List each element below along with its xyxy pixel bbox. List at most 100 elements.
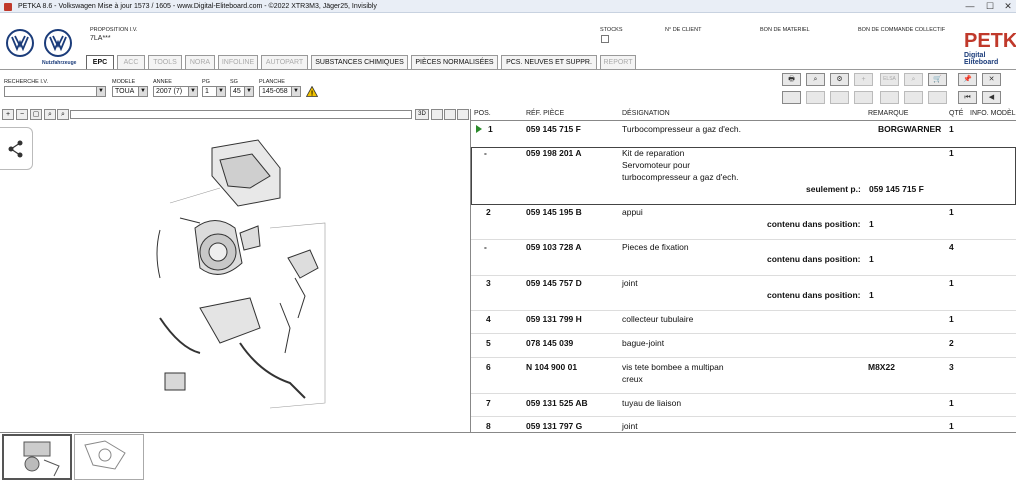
row-10-qte[interactable]: 1 [949,421,954,431]
wheel-icon[interactable] [928,91,947,104]
tab-substances-chimiques[interactable]: SUBSTANCES CHIMIQUES [311,55,408,69]
pg-select[interactable]: 1 ▼ [202,86,226,97]
row-7-pos[interactable]: 5 [486,338,491,348]
tab-pieces-normalisees[interactable]: PIÈCES NORMALISÉES [411,55,498,69]
sg-select[interactable]: 45 ▼ [230,86,254,97]
row-2-ref[interactable]: 059 198 201 A [526,148,581,158]
row-5-ref[interactable]: 059 145 757 D [526,278,582,288]
minimize-button[interactable]: — [965,2,975,11]
row-7-designation[interactable]: bague-joint [622,338,664,348]
row-10-designation[interactable]: joint [622,421,638,431]
warning-icon[interactable]: ! [306,86,318,97]
elsa-button[interactable]: ELSA [880,73,899,86]
key-icon[interactable] [806,91,825,104]
tab-epc[interactable]: EPC [86,55,114,69]
tab-infoline[interactable]: INFOLINE [218,55,258,69]
print-icon[interactable]: 🖶 [782,73,801,86]
search-part-icon[interactable]: ⌕ [806,73,825,86]
row-2-note-value[interactable]: 059 145 715 F [869,184,924,194]
row-1-ref[interactable]: 059 145 715 F [526,124,581,134]
col-designation[interactable]: DÉSIGNATION [622,110,670,117]
close-icon[interactable]: ✕ [982,73,1001,86]
tab-nora[interactable]: NORA [185,55,215,69]
row-4-pos[interactable]: - [484,242,487,252]
row-8-remarque[interactable]: M8X22 [868,362,895,372]
vehicle-icon[interactable]: ⚙ [830,73,849,86]
row-1-pos[interactable]: 1 [488,124,493,134]
col-ref[interactable]: RÉF. PIÈCE [526,110,564,117]
annee-select[interactable]: 2007 (7) ▼ [153,86,198,97]
row-6-ref[interactable]: 059 131 799 H [526,314,582,324]
row-2-qte[interactable]: 1 [949,148,954,158]
list-icon[interactable] [782,91,801,104]
row-2-designation-line-1[interactable]: Kit de reparation [622,148,684,158]
row-5-qte[interactable]: 1 [949,278,954,288]
tab-report[interactable]: REPORT [600,55,636,69]
row-5-note-value[interactable]: 1 [869,290,874,300]
row-3-note-value[interactable]: 1 [869,219,874,229]
modele-select[interactable]: TOUA ▼ [112,86,148,97]
row-1-designation[interactable]: Turbocompresseur a gaz d'ech. [622,124,741,134]
row-2-pos[interactable]: - [484,148,487,158]
row-10-pos[interactable]: 8 [486,421,491,431]
close-window-button[interactable]: ✕ [1003,2,1013,11]
panel-icon[interactable] [457,109,469,120]
row-4-note-value[interactable]: 1 [869,254,874,264]
magnifier-icon[interactable]: ⌕ [57,109,69,120]
planche-select[interactable]: 145-058 ▼ [259,86,301,97]
row-8-ref[interactable]: N 104 900 01 [526,362,577,372]
col-info[interactable]: INFO. MODÈL [970,110,1016,117]
car-icon[interactable] [830,91,849,104]
row-1-qte[interactable]: 1 [949,124,954,134]
row-3-ref[interactable]: 059 145 195 B [526,207,582,217]
row-8-qte[interactable]: 3 [949,362,954,372]
row-10-ref[interactable]: 059 131 797 G [526,421,582,431]
stocks-checkbox[interactable] [601,35,609,43]
row-8-designation-line-2[interactable]: creux [622,374,643,384]
row-7-ref[interactable]: 078 145 039 [526,338,573,348]
row-9-designation[interactable]: tuyau de liaison [622,398,681,408]
row-1-remarque[interactable]: BORGWARNER [878,124,941,134]
zoom-fit-icon[interactable]: ▢ [30,109,42,120]
row-6-pos[interactable]: 4 [486,314,491,324]
row-6-qte[interactable]: 1 [949,314,954,324]
thumbnail-1[interactable] [2,434,72,480]
exploded-parts-diagram[interactable] [140,128,340,418]
row-4-qte[interactable]: 4 [949,242,954,252]
share-button[interactable] [0,127,33,170]
row-9-ref[interactable]: 059 131 525 AB [526,398,588,408]
tab-acc[interactable]: ACC [117,55,145,69]
thumbnail-2[interactable] [74,434,144,480]
row-4-designation[interactable]: Pieces de fixation [622,242,689,252]
split-view-icon[interactable] [444,109,456,120]
row-2-designation-line-2[interactable]: Servomoteur pour [622,160,690,170]
add-icon[interactable]: + [854,73,873,86]
col-remarque[interactable]: REMARQUE [868,110,908,117]
row-7-qte[interactable]: 2 [949,338,954,348]
row-3-pos[interactable]: 2 [486,207,491,217]
row-5-pos[interactable]: 3 [486,278,491,288]
row-4-ref[interactable]: 059 103 728 A [526,242,581,252]
previous-page-icon[interactable]: ◀ [982,91,1001,104]
row-8-pos[interactable]: 6 [486,362,491,372]
car-alt-icon[interactable] [854,91,873,104]
3d-button[interactable]: 3D [415,109,429,120]
zoom-slider[interactable] [70,110,412,119]
zoom-out-icon[interactable]: − [16,109,28,120]
row-3-qte[interactable]: 1 [949,207,954,217]
search-icon[interactable]: ⌕ [904,73,923,86]
row-9-pos[interactable]: 7 [486,398,491,408]
row-8-designation-line-1[interactable]: vis tete bombee a multipan [622,362,724,372]
row-6-designation[interactable]: collecteur tubulaire [622,314,693,324]
recherche-select[interactable]: ▼ [4,86,106,97]
tab-autopart[interactable]: AUTOPART [261,55,308,69]
row-3-designation[interactable]: appui [622,207,643,217]
col-qte[interactable]: QTÉ [949,110,963,117]
row-2-designation-line-3[interactable]: turbocompresseur a gaz d'ech. [622,172,738,182]
zoom-region-icon[interactable]: ⌕ [44,109,56,120]
tab-pcs-neuves[interactable]: PCS. NEUVES ET SUPPR. [501,55,597,69]
tool-alt-icon[interactable] [904,91,923,104]
zoom-in-icon[interactable]: + [2,109,14,120]
cart-icon[interactable]: 🛒 [928,73,947,86]
row-9-qte[interactable]: 1 [949,398,954,408]
